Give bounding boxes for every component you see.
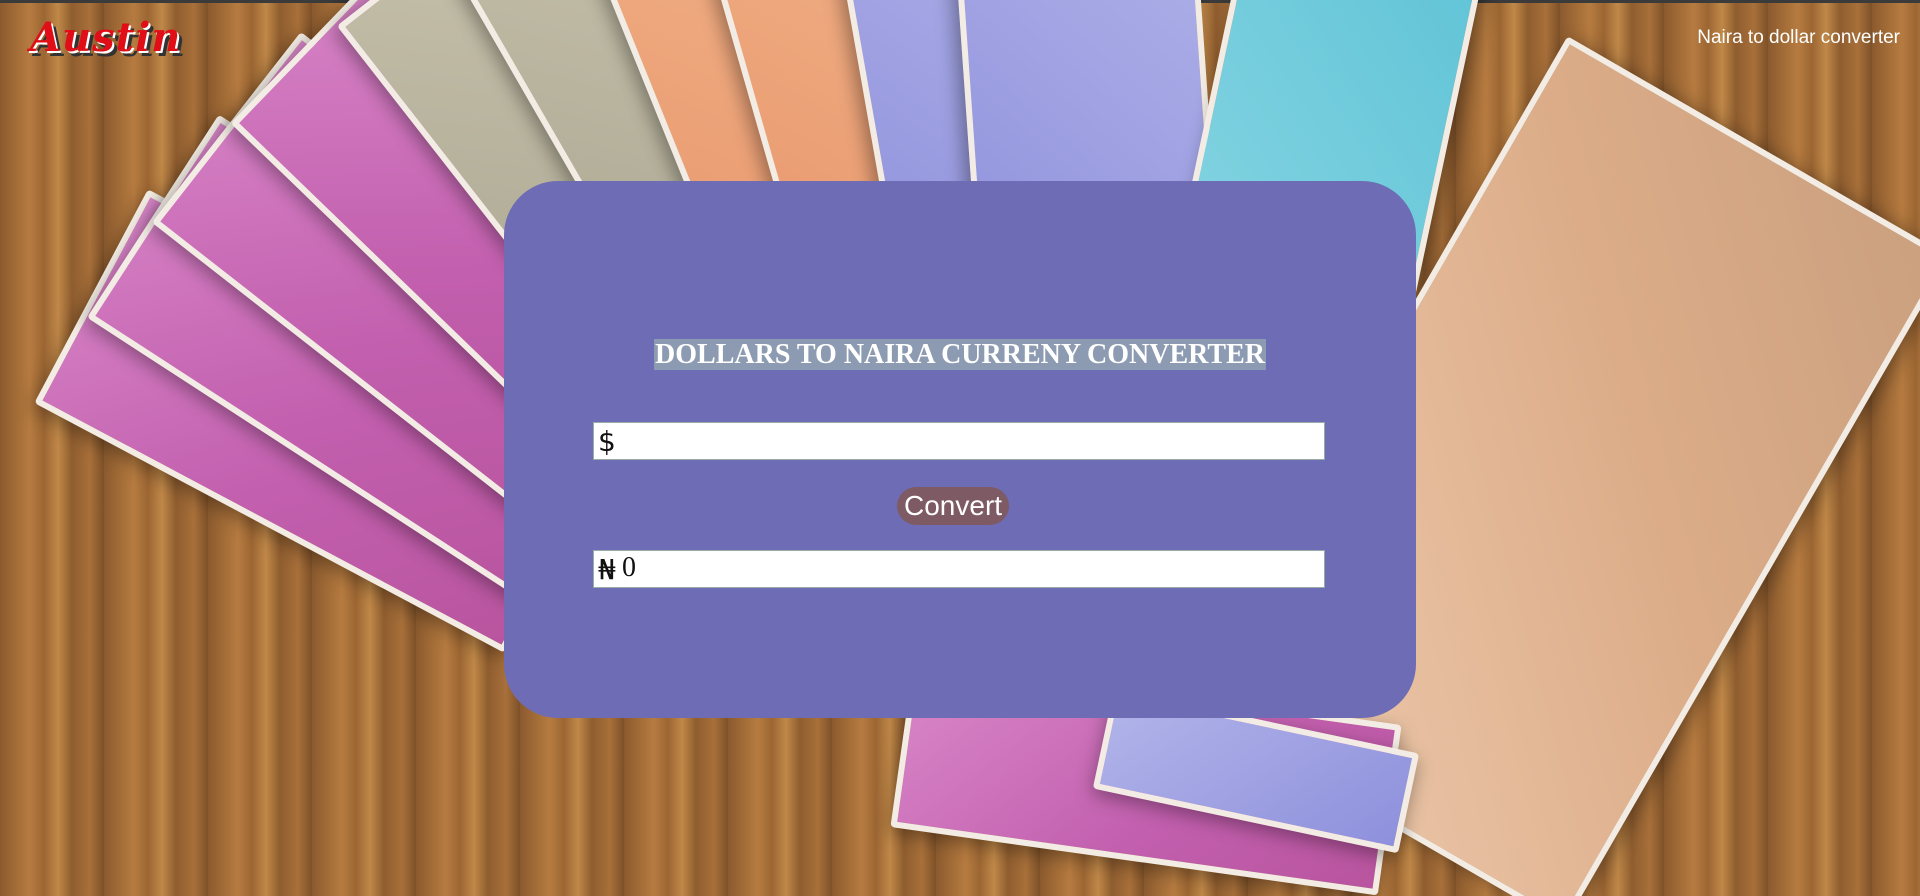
dollar-sign-icon: $: [598, 425, 616, 458]
converter-title: DOLLARS TO NAIRA CURRENY CONVERTER: [654, 339, 1266, 370]
converter-title-wrap: DOLLARS TO NAIRA CURRENY CONVERTER: [504, 339, 1416, 371]
naira-sign-icon: ₦: [598, 553, 616, 586]
nav-link-naira-to-dollar[interactable]: Naira to dollar converter: [1697, 27, 1900, 49]
naira-amount-output: 0: [622, 552, 636, 583]
converter-card: DOLLARS TO NAIRA CURRENY CONVERTER $ Con…: [504, 181, 1416, 718]
naira-output-field: ₦ 0: [593, 550, 1325, 588]
convert-button[interactable]: Convert: [897, 487, 1010, 525]
dollar-amount-input[interactable]: [622, 423, 1326, 461]
dollar-input-field: $: [593, 422, 1326, 461]
logo: Austin: [30, 14, 182, 61]
